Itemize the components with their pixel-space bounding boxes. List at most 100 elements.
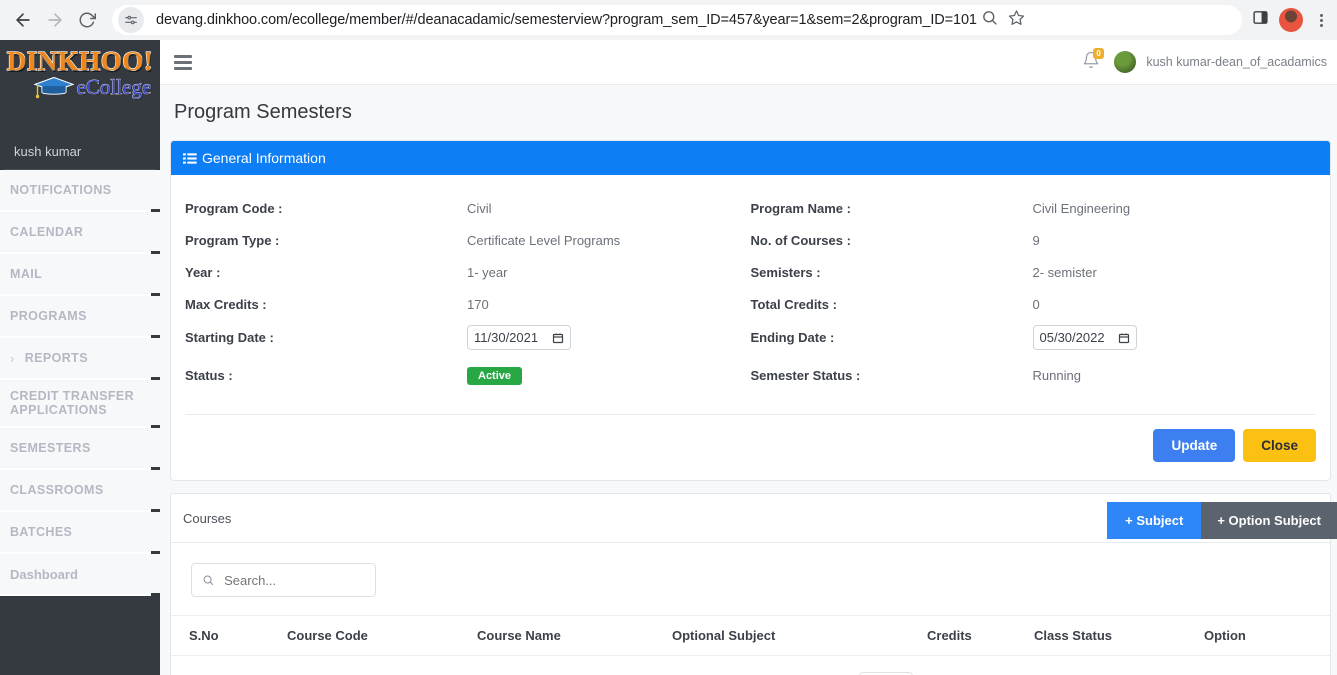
sidebar-item-notifications[interactable]: NOTIFICATIONS — [0, 170, 160, 212]
search-icon — [203, 575, 214, 586]
calendar-icon — [1118, 333, 1129, 343]
right-field-column: Program Name : Civil Engineering No. of … — [751, 197, 1317, 396]
sidebar-item-label: CLASSROOMS — [10, 483, 104, 497]
hamburger-menu-icon[interactable] — [174, 54, 192, 70]
status-badge: Active — [467, 366, 523, 385]
field-max-credits: Max Credits : 170 — [185, 293, 751, 315]
sidebar-item-label: CREDIT TRANSFER APPLICATIONS — [10, 389, 135, 417]
column-header-sno: S.No — [189, 628, 219, 643]
field-value: Civil Engineering — [1032, 200, 1131, 216]
update-button[interactable]: Update — [1153, 429, 1236, 462]
page-title-bar: Program Semesters — [160, 85, 1337, 140]
site-settings-icon[interactable] — [118, 7, 144, 33]
field-label: Program Type : — [185, 232, 280, 248]
sidebar-item-label: Dashboard — [10, 566, 78, 582]
field-value: Running — [1032, 367, 1081, 383]
field-value: 0 — [1032, 296, 1040, 312]
column-header-optional-subject: Optional Subject — [672, 628, 776, 643]
courses-card: Courses + Subject + Option Subject Searc… — [170, 493, 1337, 675]
side-panel-icon[interactable] — [1252, 9, 1269, 31]
field-semisters: Semisters : 2- semister — [751, 261, 1317, 283]
field-value: 1- year — [467, 264, 508, 280]
ending-date-input[interactable]: 05/30/2022 — [1032, 325, 1137, 350]
forward-arrow-icon[interactable] — [40, 5, 70, 35]
field-label: Ending Date : — [750, 330, 835, 345]
card-actions: Update Close — [171, 415, 1330, 480]
close-button[interactable]: Close — [1243, 429, 1316, 462]
app-header: 0 kush kumar-dean_of_acadamics — [160, 40, 1337, 85]
graduation-cap-icon — [33, 76, 75, 99]
address-bar[interactable]: devang.dinkhoo.com/ecollege/member/#/dea… — [112, 5, 1242, 35]
field-total-credits: Total Credits : 0 — [751, 293, 1317, 315]
courses-action-buttons: + Subject + Option Subject — [1107, 502, 1337, 539]
field-label: Year : — [185, 264, 221, 280]
logo-wordmark: DINKHOO! — [6, 45, 154, 76]
general-information-card: General Information Program Code : Civil… — [170, 140, 1331, 481]
sidebar: DINKHOO! eCollege kush kumar NOTIFICATIO… — [0, 40, 160, 675]
field-label: Total Credits : — [750, 296, 837, 312]
courses-section-label: Courses — [183, 510, 232, 526]
sidebar-item-reports[interactable]: › REPORTS — [0, 338, 160, 380]
field-status: Status : Active — [185, 364, 751, 386]
courses-table: S.No Course Code Course Name Optional Su… — [171, 542, 1330, 675]
sidebar-filler — [0, 596, 160, 675]
general-information-title: General Information — [202, 150, 326, 166]
field-value: 2- semister — [1032, 264, 1097, 280]
courses-header: Courses + Subject + Option Subject — [171, 494, 1337, 542]
field-label: Max Credits : — [185, 296, 267, 312]
notifications-bell[interactable]: 0 — [1082, 48, 1104, 73]
starting-date-input[interactable]: 11/30/2021 — [467, 325, 571, 350]
column-header-class-status: Class Status — [1034, 628, 1113, 643]
url-text: devang.dinkhoo.com/ecollege/member/#/dea… — [156, 12, 977, 28]
left-field-column: Program Code : Civil Program Type : Cert… — [185, 197, 751, 396]
sidebar-item-classrooms[interactable]: CLASSROOMS — [0, 470, 160, 512]
field-semester-status: Semester Status : Running — [751, 364, 1317, 386]
sidebar-item-credit-transfer-applications[interactable]: CREDIT TRANSFER APPLICATIONS — [0, 380, 160, 428]
field-label: Semester Status : — [750, 367, 861, 383]
column-header-option: Option — [1204, 628, 1246, 643]
field-label: Status : — [185, 367, 233, 383]
add-subject-button[interactable]: + Subject — [1107, 502, 1202, 539]
search-input[interactable] — [224, 572, 365, 588]
sidebar-menu: NOTIFICATIONS CALENDAR MAIL PROGRAMS › R… — [0, 170, 160, 596]
sidebar-item-batches[interactable]: BATCHES — [0, 512, 160, 554]
avatar[interactable] — [1114, 51, 1137, 73]
sidebar-item-label: REPORTS — [24, 351, 88, 365]
field-value: 9 — [1032, 232, 1040, 248]
main-content: 0 kush kumar-dean_of_acadamics Program S… — [160, 40, 1337, 675]
add-option-subject-button[interactable]: + Option Subject — [1201, 502, 1337, 539]
profile-avatar-icon[interactable] — [1279, 8, 1303, 32]
general-information-body: Program Code : Civil Program Type : Cert… — [171, 175, 1330, 406]
sidebar-item-mail[interactable]: MAIL — [0, 254, 160, 296]
ending-date-value: 05/30/2022 — [1039, 330, 1105, 345]
field-year: Year : 1- year — [185, 261, 751, 283]
star-icon[interactable] — [1008, 9, 1025, 31]
column-header-course-code: Course Code — [287, 628, 368, 643]
browser-actions — [1248, 8, 1329, 32]
reload-icon[interactable] — [72, 5, 102, 35]
sidebar-item-label: BATCHES — [10, 525, 73, 539]
column-header-credits: Credits — [927, 628, 972, 643]
field-starting-date: Starting Date : 11/30/2021 — [185, 325, 751, 350]
page-title: Program Semesters — [174, 101, 352, 123]
search-icon[interactable] — [981, 9, 998, 31]
search-area — [171, 563, 1330, 615]
field-label: Starting Date : — [185, 330, 274, 345]
notification-count-badge: 0 — [1093, 48, 1104, 59]
three-dot-menu-icon[interactable] — [1313, 13, 1329, 27]
sidebar-item-semesters[interactable]: SEMESTERS — [0, 428, 160, 470]
header-username: kush kumar-dean_of_acadamics — [1146, 55, 1327, 69]
sidebar-item-calendar[interactable]: CALENDAR — [0, 212, 160, 254]
search-box[interactable] — [191, 563, 376, 597]
field-label: Semisters : — [750, 264, 821, 280]
brand-logo[interactable]: DINKHOO! eCollege — [0, 40, 160, 136]
back-arrow-icon[interactable] — [8, 5, 38, 35]
sidebar-item-programs[interactable]: PROGRAMS — [0, 296, 160, 338]
field-value: 170 — [467, 296, 489, 312]
sidebar-item-dashboard[interactable]: Dashboard — [0, 554, 160, 596]
sidebar-item-label: CALENDAR — [10, 225, 84, 239]
sidebar-item-label: MAIL — [10, 267, 43, 281]
browser-toolbar: devang.dinkhoo.com/ecollege/member/#/dea… — [0, 0, 1337, 40]
field-value: Certificate Level Programs — [467, 232, 621, 248]
field-no-of-courses: No. of Courses : 9 — [751, 229, 1317, 251]
